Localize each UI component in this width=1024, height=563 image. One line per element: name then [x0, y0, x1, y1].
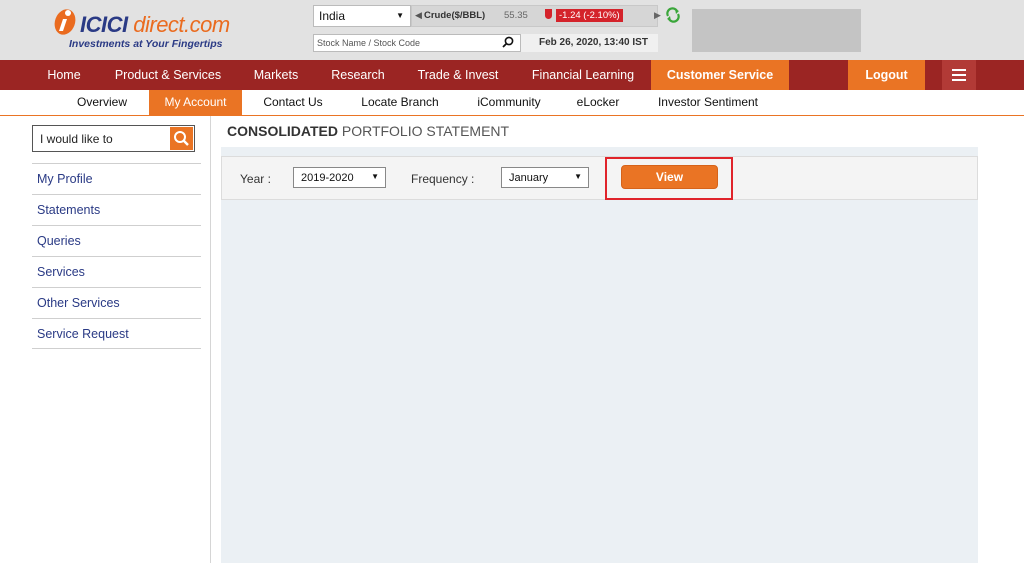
hamburger-menu-icon[interactable] [942, 60, 976, 90]
ticker-prev-icon[interactable]: ◀ [415, 10, 422, 21]
sidebar-item-statements[interactable]: Statements [32, 194, 201, 225]
sub-navigation: Overview My Account Contact Us Locate Br… [0, 90, 1024, 116]
year-label: Year : [240, 172, 271, 186]
nav-financial-learning[interactable]: Financial Learning [522, 60, 644, 90]
highlight-box [605, 157, 733, 200]
banner-placeholder [692, 9, 861, 52]
ticker-name: Crude($/BBL) [424, 10, 486, 21]
chevron-down-icon: ▼ [371, 172, 379, 181]
subnav-elocker[interactable]: eLocker [566, 90, 630, 115]
nav-trade-invest[interactable]: Trade & Invest [408, 60, 508, 90]
sidebar-item-queries[interactable]: Queries [32, 225, 201, 256]
logo-wordmark: ICICI direct.com [80, 12, 230, 37]
page-title: CONSOLIDATED PORTFOLIO STATEMENT [227, 123, 510, 139]
logo-tagline: Investments at Your Fingertips [69, 38, 223, 50]
i-would-like-to-input[interactable]: I would like to [32, 125, 195, 152]
filter-bar: Year : 2019-2020 ▼ Frequency : January ▼… [221, 156, 978, 200]
sidebar-item-my-profile[interactable]: My Profile [32, 163, 201, 194]
ticker-price: 55.35 [504, 10, 528, 21]
market-ticker: ◀ Crude($/BBL) 55.35 -1.24 (-2.10%) [411, 5, 658, 27]
country-value: India [319, 9, 346, 23]
nav-markets[interactable]: Markets [244, 60, 308, 90]
i-would-like-to-placeholder: I would like to [40, 132, 113, 146]
main-navigation: Home Product & Services Markets Research… [0, 60, 1024, 90]
sidebar-item-services[interactable]: Services [32, 256, 201, 287]
ticker-change: -1.24 (-2.10%) [556, 9, 623, 22]
sidebar-menu: My Profile Statements Queries Services O… [32, 163, 201, 349]
subnav-icommunity[interactable]: iCommunity [466, 90, 552, 115]
icici-logo-icon [54, 9, 76, 35]
subnav-overview[interactable]: Overview [66, 90, 138, 115]
year-select[interactable]: 2019-2020 ▼ [293, 167, 386, 188]
nav-home[interactable]: Home [36, 60, 92, 90]
nav-product-services[interactable]: Product & Services [106, 60, 230, 90]
nav-customer-service[interactable]: Customer Service [651, 60, 789, 90]
sidebar-divider [210, 116, 211, 563]
search-icon[interactable] [502, 36, 514, 48]
subnav-contact-us[interactable]: Contact Us [253, 90, 333, 115]
logout-button[interactable]: Logout [848, 60, 925, 90]
refresh-icon[interactable] [665, 7, 681, 23]
subnav-investor-sentiment[interactable]: Investor Sentiment [645, 90, 771, 115]
market-datetime: Feb 26, 2020, 13:40 IST [521, 34, 658, 52]
frequency-label: Frequency : [411, 172, 475, 186]
sidebar-item-other-services[interactable]: Other Services [32, 287, 201, 318]
search-icon [174, 131, 189, 146]
year-value: 2019-2020 [301, 172, 354, 184]
top-header: ICICI direct.com Investments at Your Fin… [0, 0, 1024, 60]
ticker-next-icon[interactable]: ▶ [654, 10, 661, 21]
nav-research[interactable]: Research [322, 60, 394, 90]
frequency-select[interactable]: January ▼ [501, 167, 589, 188]
subnav-my-account[interactable]: My Account [149, 90, 242, 115]
subnav-locate-branch[interactable]: Locate Branch [349, 90, 451, 115]
stock-search-placeholder: Stock Name / Stock Code [317, 38, 421, 48]
chevron-down-icon: ▼ [396, 11, 404, 20]
sidebar-item-service-request[interactable]: Service Request [32, 318, 201, 349]
stock-search-input[interactable]: Stock Name / Stock Code [313, 34, 521, 52]
country-select[interactable]: India ▼ [313, 5, 411, 27]
icici-direct-logo[interactable]: ICICI direct.com Investments at Your Fin… [52, 6, 262, 56]
sidebar-search-button[interactable] [170, 127, 193, 150]
down-indicator-icon [545, 9, 552, 19]
chevron-down-icon: ▼ [574, 172, 582, 181]
frequency-value: January [509, 172, 549, 184]
content-panel [221, 147, 978, 563]
